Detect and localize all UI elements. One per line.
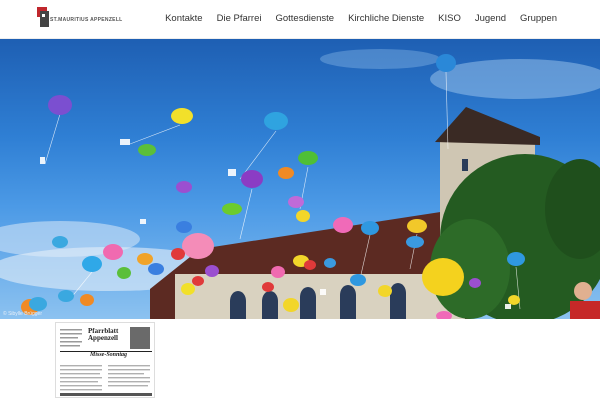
hero-image: © Sibylle Brügger: [0, 39, 600, 319]
photo-credit: © Sibylle Brügger: [3, 311, 42, 317]
balloons-over-church-photo: [0, 49, 600, 319]
site-logo[interactable]: ST.MAURITIUS APPENZELL: [37, 7, 122, 31]
nav-kirchliche-dienste[interactable]: Kirchliche Dienste: [348, 13, 424, 24]
nav-kiso[interactable]: KISO: [438, 13, 461, 24]
pfarrblatt-thumbnail[interactable]: Pfarrblatt Appenzell Misse-Sonntag: [55, 322, 155, 398]
thumbnail-subtitle: Misse-Sonntag: [90, 352, 128, 358]
nav-kontakte[interactable]: Kontakte: [165, 13, 203, 24]
nav-jugend[interactable]: Jugend: [475, 13, 506, 24]
main-nav: Kontakte Die Pfarrei Gottesdienste Kirch…: [165, 13, 557, 24]
nav-gruppen[interactable]: Gruppen: [520, 13, 557, 24]
logo-mark-icon: [37, 7, 49, 27]
site-header: ST.MAURITIUS APPENZELL Kontakte Die Pfar…: [0, 0, 600, 39]
nav-die-pfarrei[interactable]: Die Pfarrei: [217, 13, 262, 24]
logo-text: ST.MAURITIUS APPENZELL: [50, 17, 123, 23]
thumbnail-title: Pfarrblatt Appenzell: [88, 327, 119, 342]
nav-gottesdienste[interactable]: Gottesdienste: [275, 13, 334, 24]
